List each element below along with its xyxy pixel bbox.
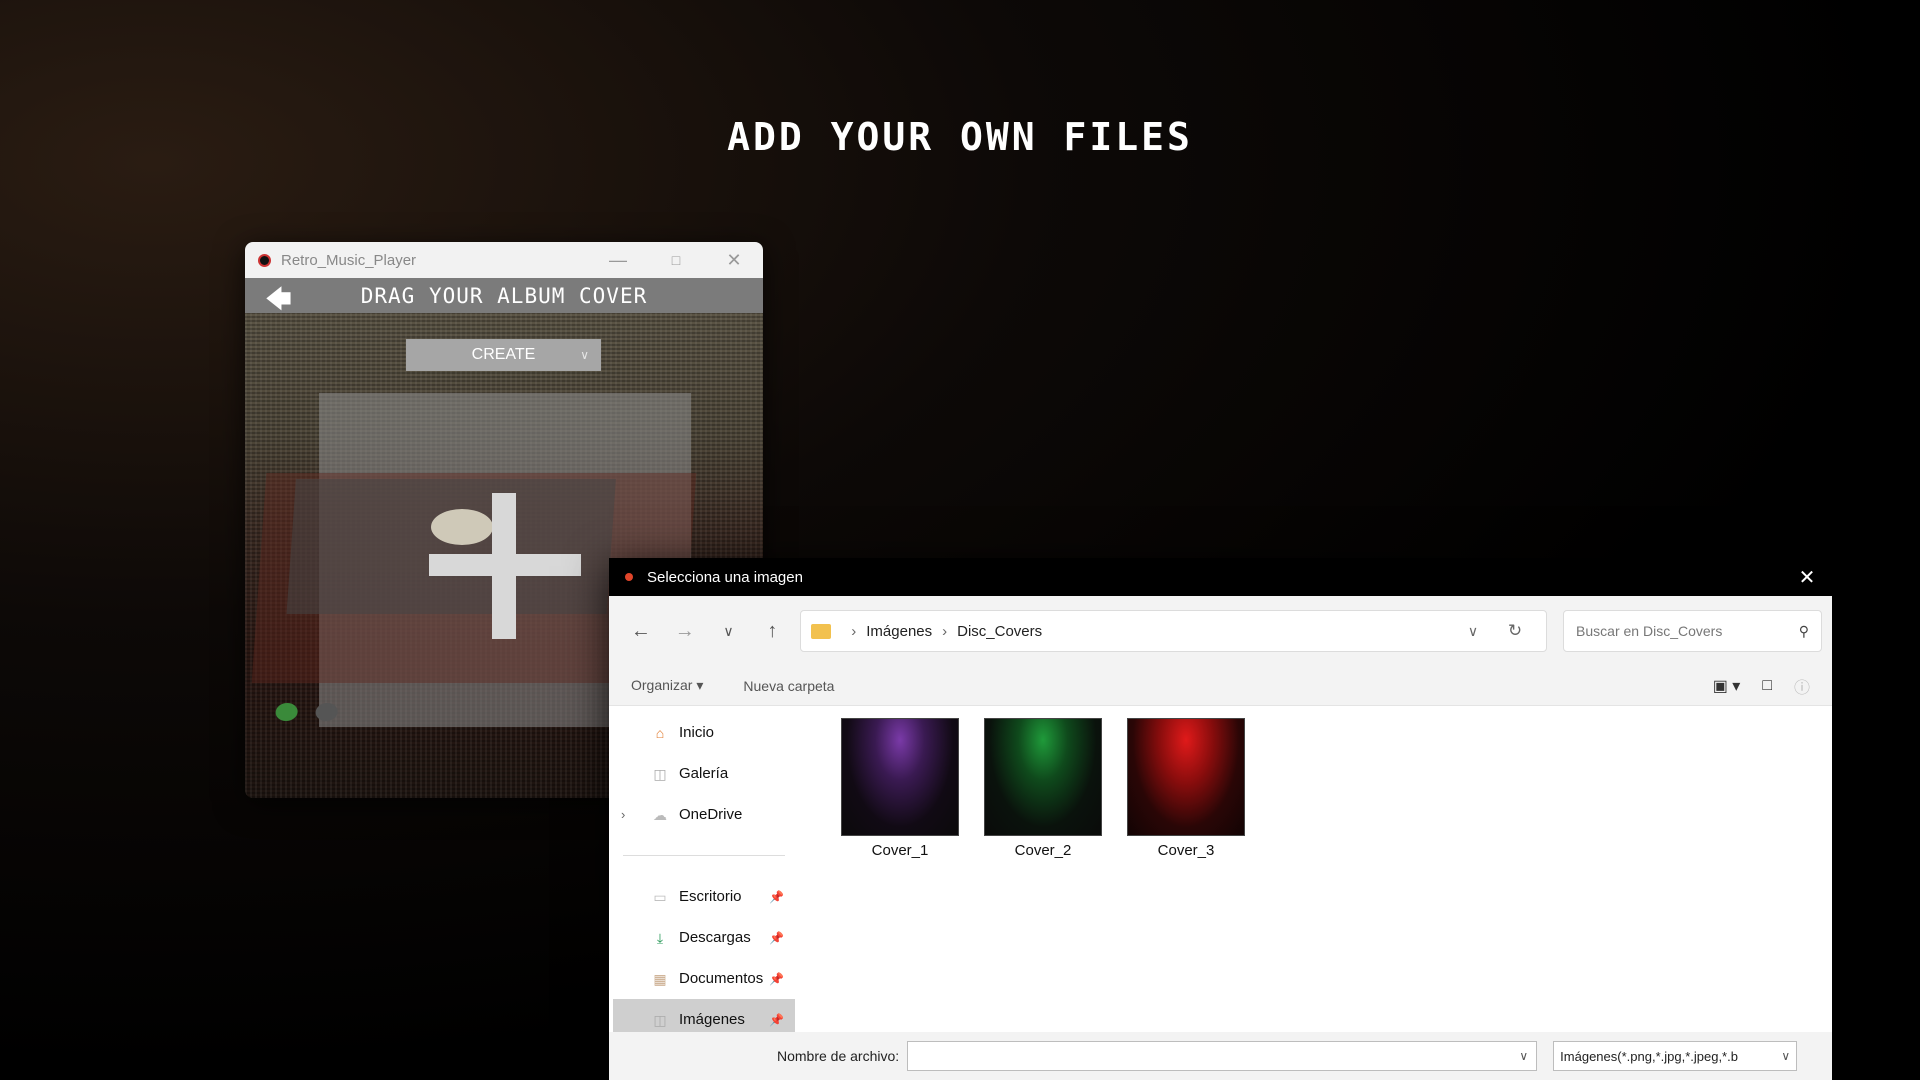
nav-item-onedrive[interactable]: › ☁ OneDrive [609, 794, 799, 835]
dialog-titlebar: Selecciona una imagen ✕ [609, 558, 1832, 596]
new-folder-button[interactable]: Nueva carpeta [743, 678, 834, 694]
expand-chevron-icon[interactable]: › [621, 807, 625, 822]
search-placeholder: Buscar en Disc_Covers [1576, 623, 1723, 639]
download-icon: ⤓ [656, 929, 664, 946]
player-window-title: Retro_Music_Player [281, 251, 417, 269]
player-header: 🡄 DRAG YOUR ALBUM COVER [245, 278, 763, 315]
organize-menu-button[interactable]: Organizar ▾ [631, 677, 703, 694]
turntable-plate [286, 479, 616, 614]
player-titlebar: Retro_Music_Player — □ ✕ [245, 242, 763, 278]
navigation-bar: ← → ∨ ↑ › Imágenes › Disc_Covers ∨ ↻ Bus… [609, 596, 1832, 666]
maximize-icon[interactable]: □ [647, 252, 705, 268]
filename-label: Nombre de archivo: [777, 1048, 900, 1064]
chevron-down-icon: ∨ [1781, 1049, 1791, 1063]
close-icon[interactable]: ✕ [1782, 565, 1832, 590]
folder-icon [811, 623, 832, 639]
up-arrow-icon[interactable]: ↑ [750, 620, 794, 643]
search-input[interactable]: Buscar en Disc_Covers ⚲ [1563, 610, 1823, 652]
nav-item-label: Imágenes [679, 1011, 745, 1028]
file-open-dialog: Selecciona una imagen ✕ ← → ∨ ↑ › Imágen… [609, 558, 1832, 1080]
close-icon[interactable]: ✕ [705, 250, 763, 271]
file-thumbnail [984, 718, 1102, 836]
cloud-icon: ☁ [653, 806, 667, 823]
home-icon: ⌂ [655, 724, 665, 741]
filename-input[interactable]: ∨ [907, 1041, 1538, 1071]
nav-divider [623, 855, 785, 856]
forward-arrow-icon[interactable]: → [663, 620, 707, 643]
nav-item-label: Documentos [679, 970, 764, 987]
address-history-chevron-icon[interactable]: ∨ [1452, 623, 1494, 640]
file-thumbnail [1127, 718, 1245, 836]
nav-item-label: Escritorio [679, 888, 742, 905]
help-icon[interactable]: ⓘ [1794, 674, 1810, 698]
pin-icon: 📌 [769, 971, 784, 986]
preview-pane-icon[interactable]: □ [1762, 677, 1772, 695]
file-name: Cover_2 [1014, 842, 1072, 859]
nav-item-label: Galería [679, 765, 729, 782]
headline: ADD YOUR OWN FILES [727, 115, 1193, 159]
turntable-grey-button [315, 703, 339, 721]
chevron-down-icon[interactable]: ∨ [1519, 1049, 1528, 1063]
nav-item-documentos[interactable]: ▦ Documentos 📌 [609, 958, 799, 999]
disc-label [431, 509, 493, 545]
nav-item-label: Inicio [679, 724, 715, 741]
plus-icon-bar [429, 554, 581, 576]
file-thumbnail [841, 718, 959, 836]
nav-item-inicio[interactable]: ⌂ Inicio [609, 712, 799, 753]
nav-item-label: Descargas [679, 929, 751, 946]
nav-item-descargas[interactable]: ⤓ Descargas 📌 [609, 917, 799, 958]
pin-icon: 📌 [769, 889, 784, 904]
file-name: Cover_3 [1157, 842, 1215, 859]
file-item[interactable]: Cover_2 [984, 718, 1102, 859]
chevron-down-icon: ∨ [580, 348, 589, 362]
breadcrumb-separator-icon[interactable]: › [942, 623, 947, 640]
player-header-title: DRAG YOUR ALBUM COVER [360, 283, 648, 308]
search-icon: ⚲ [1798, 622, 1810, 639]
breadcrumb-item[interactable]: Disc_Covers [957, 623, 1042, 640]
dialog-title: Selecciona una imagen [647, 568, 803, 586]
dialog-footer: Nombre de archivo: ∨ Imágenes(*.png,*.jp… [609, 1032, 1832, 1080]
view-options-icon[interactable]: ▣ ▾ [1713, 676, 1741, 696]
organize-label: Organizar [631, 677, 693, 693]
gallery-icon: ◫ [653, 765, 667, 782]
navigation-pane: ⌂ Inicio ◫ Galería › ☁ OneDrive ▭ Escrit… [609, 706, 799, 1040]
file-name: Cover_1 [871, 842, 929, 859]
address-bar[interactable]: › Imágenes › Disc_Covers ∨ ↻ [800, 610, 1548, 652]
file-list: Cover_1 Cover_2 Cover_3 [811, 706, 1832, 1032]
create-dropdown[interactable]: CREATE ∨ [406, 339, 601, 371]
turntable-green-button [275, 703, 299, 721]
documents-icon: ▦ [653, 970, 667, 987]
breadcrumb-separator-icon[interactable]: › [851, 623, 856, 640]
nav-item-escritorio[interactable]: ▭ Escritorio 📌 [609, 876, 799, 917]
app-record-icon [625, 573, 633, 581]
refresh-icon[interactable]: ↻ [1494, 621, 1536, 641]
file-item[interactable]: Cover_1 [841, 718, 959, 859]
command-bar: Organizar ▾ Nueva carpeta ▣ ▾ □ ⓘ [609, 666, 1832, 706]
create-dropdown-label: CREATE [471, 346, 536, 363]
nav-item-label: OneDrive [679, 806, 743, 823]
nav-item-galeria[interactable]: ◫ Galería [609, 753, 799, 794]
filetype-value: Imágenes(*.png,*.jpg,*.jpeg,*.b [1560, 1048, 1738, 1064]
filetype-select[interactable]: Imágenes(*.png,*.jpg,*.jpeg,*.b ∨ [1553, 1041, 1798, 1071]
pin-icon: 📌 [769, 1012, 784, 1027]
images-icon: ◫ [653, 1011, 667, 1028]
minimize-icon[interactable]: — [589, 250, 647, 271]
desktop-icon: ▭ [653, 888, 667, 905]
file-item[interactable]: Cover_3 [1127, 718, 1245, 859]
back-arrow-icon[interactable]: ← [619, 620, 663, 643]
recent-locations-chevron-icon[interactable]: ∨ [707, 623, 751, 640]
pin-icon: 📌 [769, 930, 784, 945]
breadcrumb-item[interactable]: Imágenes [866, 623, 932, 640]
record-icon [258, 253, 271, 267]
